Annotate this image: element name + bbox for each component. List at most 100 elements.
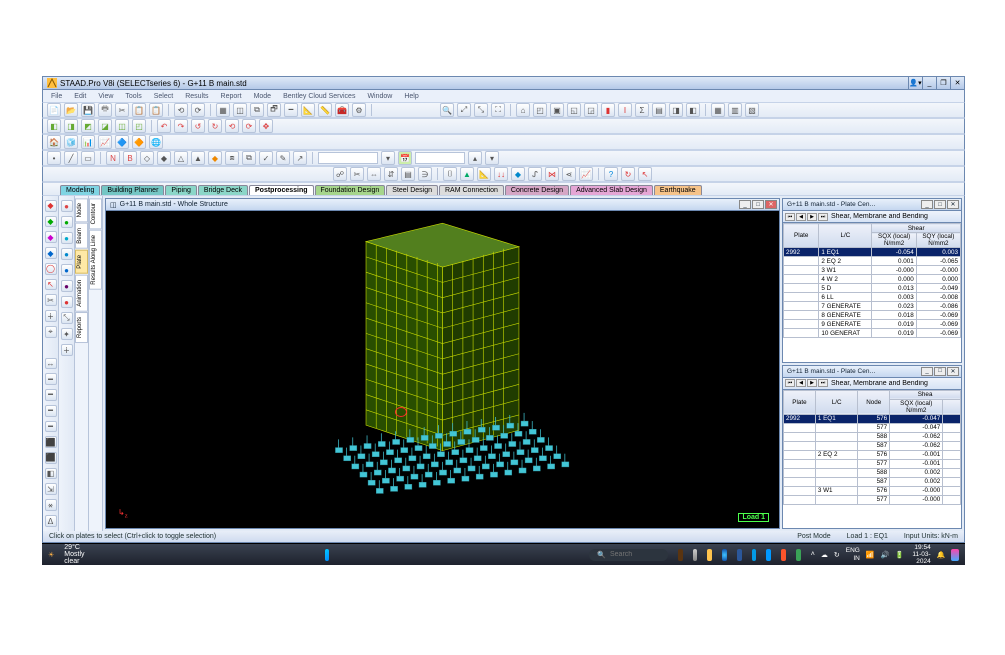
menu-cloud[interactable]: Bentley Cloud Services — [283, 93, 355, 100]
sb-icon[interactable]: ᰾ — [45, 499, 57, 511]
tb-flag-icon[interactable]: ▮ — [601, 103, 615, 117]
tb-sel-node-icon[interactable]: • — [47, 151, 61, 165]
tb-rot-down-icon[interactable]: ↻ — [208, 119, 222, 133]
tray-chevron-icon[interactable]: ˄ — [811, 551, 815, 558]
tray-battery-icon[interactable]: 🔋 — [895, 551, 904, 559]
task-brave-icon[interactable] — [781, 549, 786, 561]
table-row[interactable]: 5880.002 — [784, 468, 961, 477]
tb-icon[interactable]: ◇ — [140, 151, 154, 165]
table-row[interactable]: 577-0.001 — [784, 459, 961, 468]
tb-icon[interactable]: ▲ — [191, 151, 205, 165]
weather-icon[interactable]: ☀ — [48, 551, 54, 559]
tb-refresh-icon[interactable]: ↻ — [621, 167, 635, 181]
tb-icon[interactable]: ▦ — [216, 103, 230, 117]
sb-icon[interactable]: ∔ — [61, 344, 73, 356]
sb-icon[interactable]: ⇲ — [45, 483, 57, 495]
tb-icon[interactable]: 🧊 — [64, 135, 78, 149]
sb-icon[interactable]: ↖ — [45, 279, 57, 291]
table-row[interactable]: 9 GENERATE0.019-0.069 — [784, 320, 961, 329]
col-group-shear[interactable]: Shear — [872, 224, 961, 233]
btn-minimize[interactable]: _ — [922, 77, 936, 89]
nav-next-icon[interactable]: ▶ — [807, 213, 817, 221]
tb-icon[interactable]: ▤ — [401, 167, 415, 181]
tb-new-icon[interactable]: 📄 — [47, 103, 61, 117]
table-row[interactable]: 3 W1576-0.000 — [784, 486, 961, 495]
panel1-min[interactable]: _ — [921, 200, 933, 209]
tb-icon[interactable]: ⇔ — [367, 167, 381, 181]
tb-cal-icon[interactable]: 📅 — [398, 151, 412, 165]
sb-icon[interactable]: ⌖ — [45, 326, 57, 338]
tb-icon[interactable]: ⛶ — [491, 103, 505, 117]
sb-icon[interactable]: ● — [61, 232, 73, 244]
tb-load-icon[interactable]: ↓↓ — [494, 167, 508, 181]
tb-icon[interactable]: ⧈ — [225, 151, 239, 165]
tb-print-icon[interactable]: 🖶 — [98, 103, 112, 117]
table-row[interactable]: 6 LL0.003-0.008 — [784, 293, 961, 302]
3d-canvas[interactable]: ↳z Load 1 — [106, 211, 779, 528]
tb-rot-up-icon[interactable]: ↺ — [191, 119, 205, 133]
col-group-shear[interactable]: Shea — [890, 390, 961, 399]
sb-icon[interactable]: ● — [61, 248, 73, 260]
tb-rot-cw-icon[interactable]: ⟲ — [225, 119, 239, 133]
tb-icon[interactable]: ▣ — [550, 103, 564, 117]
panel1-grid[interactable]: Plate L/C Shear SQX (local)N/mm2 SQY (lo… — [783, 223, 961, 338]
table-row[interactable]: 2 EQ 20.001-0.065 — [784, 257, 961, 266]
tb-rot-left-icon[interactable]: ↶ — [157, 119, 171, 133]
tb-icon[interactable]: ✓ — [259, 151, 273, 165]
sb-icon[interactable]: ∔ — [45, 310, 57, 322]
task-video-icon[interactable] — [752, 549, 757, 561]
panel2-close[interactable]: ✕ — [947, 367, 959, 376]
tb-beamsel-icon[interactable]: B — [123, 151, 137, 165]
table-row[interactable]: 3 W1-0.000-0.000 — [784, 266, 961, 275]
panel2-min[interactable]: _ — [921, 367, 933, 376]
tb-viewiso-icon[interactable]: ◫ — [115, 119, 129, 133]
col-sqx[interactable]: SQX (local)N/mm2 — [872, 233, 916, 248]
vtab-node[interactable]: Node — [75, 198, 88, 222]
tb-viewtop-icon[interactable]: ◪ — [98, 119, 112, 133]
tb-globe-icon[interactable]: 🌐 — [149, 135, 163, 149]
tab-concrete[interactable]: Concrete Design — [505, 185, 569, 195]
sb-icon[interactable]: ◆ — [45, 247, 57, 259]
tb-icon[interactable]: ◧ — [686, 103, 700, 117]
tab-steel[interactable]: Steel Design — [386, 185, 438, 195]
tb-cut-icon[interactable]: ✂ — [115, 103, 129, 117]
tb-icon[interactable]: 📐 — [301, 103, 315, 117]
tray-notification-icon[interactable]: 🔔 — [937, 551, 946, 559]
tb-viewfront-icon[interactable]: ◨ — [64, 119, 78, 133]
doc-min[interactable]: _ — [739, 200, 751, 209]
tb-icon[interactable]: ◫ — [233, 103, 247, 117]
tb-icon[interactable]: ▧ — [745, 103, 759, 117]
panel1-max[interactable]: □ — [934, 200, 946, 209]
doc-max[interactable]: □ — [752, 200, 764, 209]
menu-mode[interactable]: Mode — [254, 93, 272, 100]
tb-icon[interactable]: ∋ — [418, 167, 432, 181]
tray-wifi-icon[interactable]: 📶 — [866, 551, 875, 559]
menu-select[interactable]: Select — [154, 93, 173, 100]
windows-start-icon[interactable] — [325, 549, 330, 561]
menu-view[interactable]: View — [98, 93, 113, 100]
tab-adv-slab[interactable]: Advanced Slab Design — [570, 185, 653, 195]
tray-volume-icon[interactable]: 🔊 — [881, 551, 890, 559]
task-icon[interactable] — [678, 549, 683, 561]
tab-modeling[interactable]: Modeling — [60, 185, 100, 195]
tb-nodesel-icon[interactable]: N — [106, 151, 120, 165]
table-row[interactable]: 4 W 20.0000.000 — [784, 275, 961, 284]
tb-icon[interactable]: ⧉ — [250, 103, 264, 117]
btn-close[interactable]: ✕ — [950, 77, 964, 89]
tb-spin-up-icon[interactable]: ▴ — [468, 151, 482, 165]
tb-icon[interactable]: 📏 — [318, 103, 332, 117]
vtab-reports[interactable]: Reports — [75, 312, 88, 343]
vtab-plate[interactable]: Plate — [75, 250, 88, 274]
sb-icon[interactable]: ━ — [45, 405, 57, 417]
vtab-contour[interactable]: Contour — [89, 198, 102, 229]
tb-icon[interactable]: ↗ — [293, 151, 307, 165]
panel2-max[interactable]: □ — [934, 367, 946, 376]
col-more[interactable] — [943, 399, 961, 414]
tray-lang[interactable]: ENG IN — [846, 547, 860, 561]
tb-icon[interactable]: △ — [174, 151, 188, 165]
tb-paste-icon[interactable]: 📋 — [149, 103, 163, 117]
tb-icon[interactable]: ☍ — [333, 167, 347, 181]
tb-spin-down-icon[interactable]: ▾ — [485, 151, 499, 165]
tb-icon[interactable]: ▥ — [728, 103, 742, 117]
tb-icon[interactable]: ◨ — [669, 103, 683, 117]
